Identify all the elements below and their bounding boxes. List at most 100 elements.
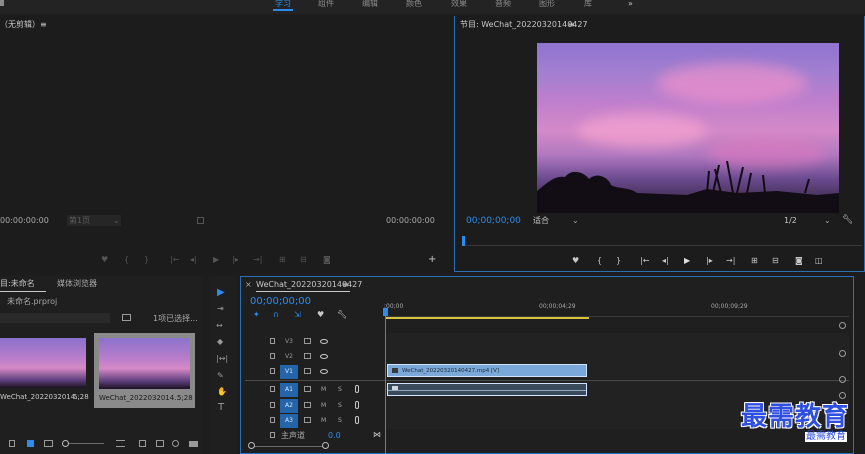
solo-button[interactable]: S (338, 418, 342, 424)
step-forward-icon[interactable]: |▸ (232, 256, 239, 264)
lock-icon[interactable] (9, 440, 15, 447)
audio-clip[interactable] (387, 383, 587, 396)
workspace-overflow-button[interactable]: » (628, 0, 633, 8)
project-tab[interactable]: 目:未命名 (0, 280, 35, 288)
sync-lock-icon[interactable] (304, 402, 311, 408)
eye-icon[interactable] (320, 339, 328, 344)
sync-lock-icon[interactable] (304, 417, 311, 423)
nest-icon[interactable]: ✦ (253, 311, 260, 319)
project-item[interactable]: WeChat_2022032014... 5;28 (0, 336, 89, 406)
ripple-edit-tool-icon[interactable]: ↔ (216, 322, 223, 330)
thumbnail-size-slider[interactable] (66, 443, 104, 444)
play-icon[interactable]: ▶ (684, 257, 690, 265)
eye-icon[interactable] (320, 354, 328, 359)
workspace-tab-audio[interactable]: 音频 (495, 0, 511, 8)
folder-icon[interactable] (189, 441, 198, 447)
go-to-out-marker-icon[interactable]: ⋈ (373, 431, 381, 439)
search-folder-icon[interactable] (122, 314, 131, 321)
close-icon[interactable]: × (245, 281, 252, 289)
video-clip[interactable]: WeChat_20220320140427.mp4 [V] (387, 364, 587, 377)
pen-tool-icon[interactable]: ✎ (217, 372, 224, 380)
mute-button[interactable]: M (321, 387, 326, 393)
sort-icon[interactable] (116, 440, 125, 447)
lock-icon[interactable] (270, 353, 275, 359)
slip-tool-icon[interactable]: |↔| (216, 355, 228, 363)
mute-button[interactable]: M (321, 403, 326, 409)
program-playhead[interactable] (462, 236, 465, 246)
lock-icon[interactable] (270, 386, 275, 392)
source-monitor-title[interactable]: （无剪辑）≡ (0, 21, 47, 29)
track-select-tool-icon[interactable]: ⇥ (217, 305, 224, 313)
export-frame-icon[interactable]: ◙ (323, 256, 331, 264)
settings-icon[interactable] (197, 217, 204, 224)
comparison-view-icon[interactable]: ◫ (815, 257, 823, 265)
track-name-targeted[interactable]: A1 (280, 383, 298, 397)
step-back-icon[interactable]: ◂| (190, 256, 197, 264)
lock-icon[interactable] (270, 432, 275, 438)
workspace-tab-editing[interactable]: 编辑 (362, 0, 378, 8)
workspace-tab-assembly[interactable]: 组件 (318, 0, 334, 8)
mark-in-icon[interactable]: { (597, 257, 602, 265)
add-marker-icon[interactable]: ♥ (317, 311, 324, 319)
timeline-settings-icon[interactable]: 🔧︎ (337, 311, 347, 319)
track-name[interactable]: V2 (281, 354, 297, 360)
add-marker-icon[interactable]: ♥ (101, 256, 108, 264)
lock-icon[interactable] (270, 417, 275, 423)
lock-icon[interactable] (270, 368, 275, 374)
vertical-scroll-knob[interactable] (839, 392, 846, 399)
workspace-tab-graphics[interactable]: 图形 (539, 0, 555, 8)
sync-lock-icon[interactable] (304, 368, 311, 374)
solo-button[interactable]: S (338, 403, 342, 409)
program-timecode[interactable]: 00;00;00;00 (466, 217, 521, 226)
timeline-zoom-scrollbar[interactable] (253, 446, 325, 447)
sync-lock-icon[interactable] (304, 353, 311, 359)
step-back-icon[interactable]: ◂| (662, 257, 669, 265)
lock-icon[interactable] (270, 402, 275, 408)
overwrite-icon[interactable]: ⊟ (300, 256, 307, 264)
eye-icon[interactable] (320, 369, 328, 374)
timeline-zoom-left-knob[interactable] (248, 442, 255, 449)
master-volume-value[interactable]: 0.0 (328, 432, 341, 440)
bin-icon[interactable] (156, 440, 164, 447)
workspace-tab-libraries[interactable]: 库 (584, 0, 592, 8)
camera-icon[interactable]: ◙ (795, 257, 803, 265)
microphone-icon[interactable] (355, 385, 359, 393)
source-timecode-right[interactable]: 00:00:00:00 (386, 217, 435, 225)
timeline-playhead[interactable] (385, 312, 386, 454)
add-button-icon[interactable]: + (428, 255, 436, 265)
thumbnail-size-knob[interactable] (62, 440, 69, 447)
automate-icon[interactable] (139, 440, 146, 447)
step-forward-icon[interactable]: |▸ (706, 257, 713, 265)
workspace-tab-learn[interactable]: 学习 (275, 0, 291, 8)
track-name-targeted[interactable]: V1 (280, 365, 298, 379)
workspace-tab-effects[interactable]: 效果 (451, 0, 467, 8)
search-icon[interactable] (172, 440, 179, 447)
go-to-in-icon[interactable]: |← (170, 256, 179, 264)
track-name-targeted[interactable]: A2 (280, 399, 298, 413)
go-to-out-icon[interactable]: →| (726, 257, 735, 265)
mute-button[interactable]: M (321, 418, 326, 424)
track-name-targeted[interactable]: A3 (280, 414, 298, 428)
icon-view-icon[interactable] (44, 440, 53, 447)
insert-icon[interactable]: ⊞ (279, 256, 286, 264)
sync-lock-icon[interactable] (304, 338, 311, 344)
solo-button[interactable]: S (338, 387, 342, 393)
type-tool-icon[interactable]: T (218, 403, 224, 413)
add-marker-icon[interactable]: ♥ (572, 257, 579, 265)
program-fit-dropdown[interactable]: 适合 ⌄ (530, 216, 580, 226)
sequence-menu-icon[interactable]: ≡ (342, 281, 349, 289)
vertical-scroll-knob[interactable] (839, 322, 846, 329)
play-icon[interactable]: ▶ (213, 256, 219, 264)
extract-icon[interactable]: ⊟ (772, 257, 779, 265)
list-view-icon[interactable] (27, 440, 34, 447)
program-resolution-dropdown[interactable]: 1/2 ⌄ (782, 216, 832, 226)
media-browser-tab[interactable]: 媒体浏览器 (57, 280, 97, 288)
workspace-tab-color[interactable]: 颜色 (406, 0, 422, 8)
menu-fragment-icon[interactable] (0, 0, 4, 6)
project-search-input[interactable] (0, 313, 110, 323)
snap-icon[interactable]: ∩ (273, 311, 279, 319)
go-to-out-icon[interactable]: →| (253, 256, 262, 264)
work-area-bar[interactable] (386, 317, 589, 319)
vertical-scroll-knob[interactable] (839, 376, 846, 383)
timeline-zoom-right-knob[interactable] (322, 442, 329, 449)
